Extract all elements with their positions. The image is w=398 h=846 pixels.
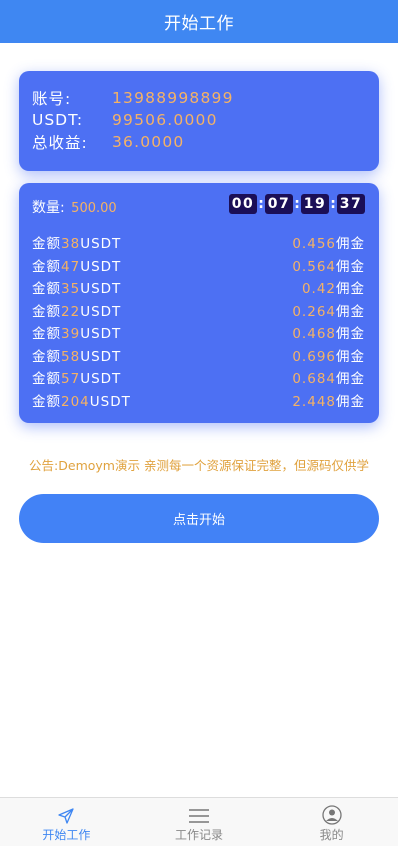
- amount-prefix: 金额: [32, 303, 61, 320]
- usdt-label: USDT:: [32, 111, 84, 129]
- timer-separator: :: [294, 196, 300, 212]
- list-item: 金额57USDT 0.684佣金: [32, 366, 365, 389]
- countdown-timer: 00 : 07 : 19 : 37: [229, 194, 365, 214]
- task-list: 金额38USDT 0.456佣金 金额47USDT 0.564佣金 金额35US…: [32, 231, 365, 411]
- amount-unit: USDT: [80, 371, 122, 388]
- commission-suffix: 佣金: [336, 348, 365, 365]
- usdt-balance: 99506.0000: [112, 111, 218, 129]
- quantity-label: 数量:: [32, 200, 65, 216]
- start-button[interactable]: 点击开始: [19, 494, 379, 543]
- amount-prefix: 金额: [32, 236, 61, 253]
- list-item: 金额39USDT 0.468佣金: [32, 321, 365, 344]
- list-item: 金额47USDT 0.564佣金: [32, 254, 365, 277]
- commission-value: 0.264: [292, 303, 336, 320]
- commission-value: 0.468: [292, 326, 336, 343]
- list-item: 金额204USDT 2.448佣金: [32, 389, 365, 412]
- amount-prefix: 金额: [32, 258, 61, 275]
- menu-icon: [189, 809, 209, 823]
- page-header: 开始工作: [0, 0, 398, 43]
- amount-prefix: 金额: [32, 393, 61, 410]
- amount-unit: USDT: [80, 281, 122, 298]
- quantity-value: 500.00: [71, 201, 117, 216]
- amount-value: 39: [61, 326, 81, 343]
- tab-work-records[interactable]: 工作记录: [133, 798, 266, 846]
- amount-unit: USDT: [80, 236, 122, 253]
- account-card: 账号: 13988998899 USDT: 99506.0000 总收益: 36…: [19, 71, 379, 171]
- timer-days: 00: [229, 194, 257, 214]
- commission-value: 2.448: [292, 393, 336, 410]
- total-income-label: 总收益:: [32, 134, 88, 152]
- list-item: 金额22USDT 0.264佣金: [32, 299, 365, 322]
- commission-value: 0.684: [292, 371, 336, 388]
- total-income-row: 总收益: 36.0000: [32, 131, 379, 153]
- commission-suffix: 佣金: [336, 258, 365, 275]
- announcement: 公告:Demoym演示 亲测每一个资源保证完整，但源码仅供学: [29, 458, 369, 473]
- page-title: 开始工作: [164, 14, 234, 34]
- commission-value: 0.42: [301, 281, 336, 298]
- amount-value: 47: [61, 258, 81, 275]
- commission-suffix: 佣金: [336, 236, 365, 253]
- amount-unit: USDT: [80, 348, 122, 365]
- amount-unit: USDT: [80, 303, 122, 320]
- commission-suffix: 佣金: [336, 303, 365, 320]
- amount-unit: USDT: [80, 326, 122, 343]
- amount-value: 204: [61, 393, 90, 410]
- commission-value: 0.456: [292, 236, 336, 253]
- timer-separator: :: [330, 196, 336, 212]
- amount-unit: USDT: [80, 258, 122, 275]
- tab-mine[interactable]: 我的: [265, 798, 398, 846]
- list-item: 金额35USDT 0.42佣金: [32, 276, 365, 299]
- amount-value: 38: [61, 236, 81, 253]
- timer-minutes: 19: [301, 194, 329, 214]
- send-icon: [58, 808, 74, 824]
- amount-prefix: 金额: [32, 326, 61, 343]
- timer-seconds: 37: [337, 194, 365, 214]
- user-icon: [322, 805, 342, 825]
- amount-unit: USDT: [89, 393, 131, 410]
- commission-suffix: 佣金: [336, 371, 365, 388]
- list-item: 金额38USDT 0.456佣金: [32, 231, 365, 254]
- amount-value: 58: [61, 348, 81, 365]
- amount-value: 35: [61, 281, 81, 298]
- tab-label: 开始工作: [42, 828, 91, 842]
- usdt-row: USDT: 99506.0000: [32, 109, 379, 131]
- list-item: 金额58USDT 0.696佣金: [32, 344, 365, 367]
- timer-separator: :: [258, 196, 264, 212]
- amount-value: 57: [61, 371, 81, 388]
- timer-hours: 07: [265, 194, 293, 214]
- commission-suffix: 佣金: [336, 281, 365, 298]
- account-row: 账号: 13988998899: [32, 87, 379, 109]
- amount-prefix: 金额: [32, 281, 61, 298]
- commission-suffix: 佣金: [336, 393, 365, 410]
- tab-label: 工作记录: [175, 828, 224, 842]
- bottom-tabbar: 开始工作 工作记录 我的: [0, 797, 398, 846]
- tab-label: 我的: [319, 828, 344, 842]
- account-label: 账号:: [32, 90, 72, 108]
- commission-value: 0.696: [292, 348, 336, 365]
- amount-prefix: 金额: [32, 348, 61, 365]
- task-card: 数量: 500.00 00 : 07 : 19 : 37 金额38USDT 0.…: [19, 183, 379, 423]
- commission-value: 0.564: [292, 258, 336, 275]
- amount-prefix: 金额: [32, 371, 61, 388]
- account-number: 13988998899: [112, 89, 234, 107]
- tab-start-work[interactable]: 开始工作: [0, 798, 133, 846]
- commission-suffix: 佣金: [336, 326, 365, 343]
- total-income-value: 36.0000: [112, 133, 185, 151]
- quantity: 数量: 500.00: [32, 197, 117, 217]
- amount-value: 22: [61, 303, 81, 320]
